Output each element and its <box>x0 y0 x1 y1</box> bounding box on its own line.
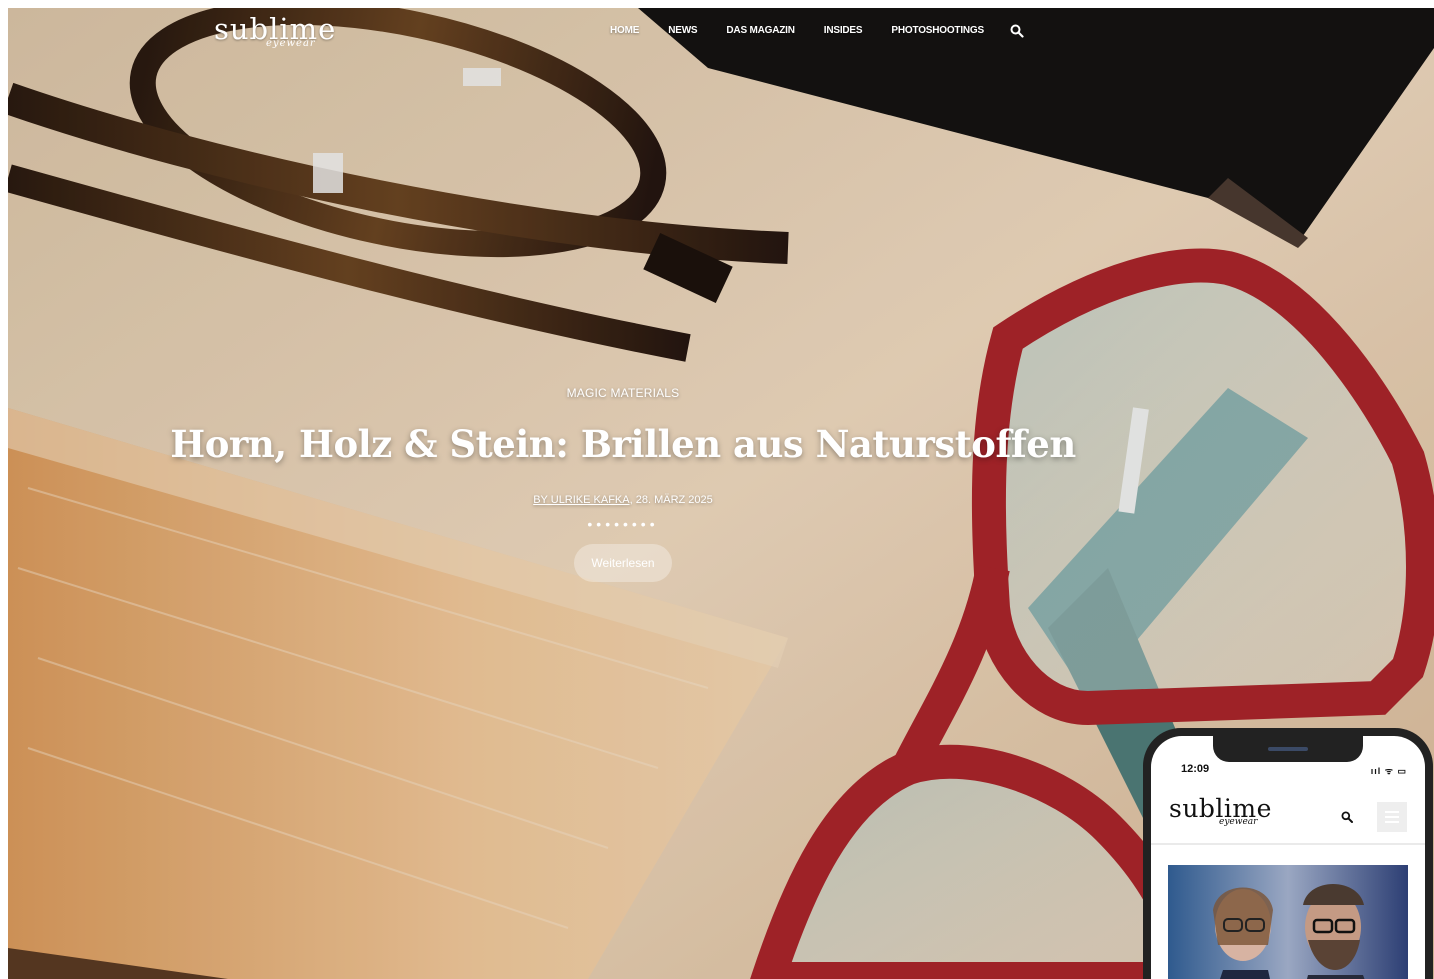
status-icons: ııl ᯤ ▭ <box>1370 766 1407 776</box>
hamburger-lines <box>1385 811 1399 823</box>
article-byline: BY ULRIKE KAFKA, 28. MÄRZ 2025 <box>8 494 1238 506</box>
nav-item-das-magazin[interactable]: DAS MAGAZIN <box>726 25 795 36</box>
hamburger-menu-icon[interactable] <box>1377 802 1407 832</box>
nav-item-home[interactable]: HOME <box>610 25 639 36</box>
status-time: 12:09 <box>1181 763 1210 775</box>
phone-screen: 12:09 ııl ᯤ ▭ sublime eyewear <box>1151 736 1425 979</box>
read-more-button[interactable]: Weiterlesen <box>574 544 672 582</box>
article-category[interactable]: MAGIC MATERIALS <box>8 386 1238 400</box>
phone-mockup: 12:09 ııl ᯤ ▭ sublime eyewear <box>1143 728 1433 979</box>
search-icon[interactable] <box>1341 811 1353 823</box>
author-link[interactable]: BY ULRIKE KAFKA <box>533 494 629 506</box>
speaker-grille <box>1268 747 1308 751</box>
nav-item-photoshootings[interactable]: PHOTOSHOOTINGS <box>891 25 984 36</box>
article-date: , 28. MÄRZ 2025 <box>629 494 713 506</box>
featured-image[interactable] <box>1168 865 1408 979</box>
mobile-logo[interactable]: sublime eyewear <box>1169 796 1272 828</box>
phone-notch <box>1213 736 1363 762</box>
main-navigation: HOME NEWS DAS MAGAZIN INSIDES PHOTOSHOOT… <box>610 25 1013 36</box>
header-divider <box>1151 843 1425 845</box>
nav-item-news[interactable]: NEWS <box>668 25 697 36</box>
hero-stage: sublime eyewear HOME NEWS DAS MAGAZIN IN… <box>8 8 1434 979</box>
separator-dots: •••••••• <box>587 516 659 532</box>
article-title[interactable]: Horn, Holz & Stein: Brillen aus Natursto… <box>8 422 1238 466</box>
site-logo[interactable]: sublime eyewear <box>214 14 336 49</box>
nav-item-insides[interactable]: INSIDES <box>824 25 863 36</box>
hero-content: MAGIC MATERIALS Horn, Holz & Stein: Bril… <box>8 386 1238 582</box>
search-icon[interactable] <box>1010 24 1024 38</box>
